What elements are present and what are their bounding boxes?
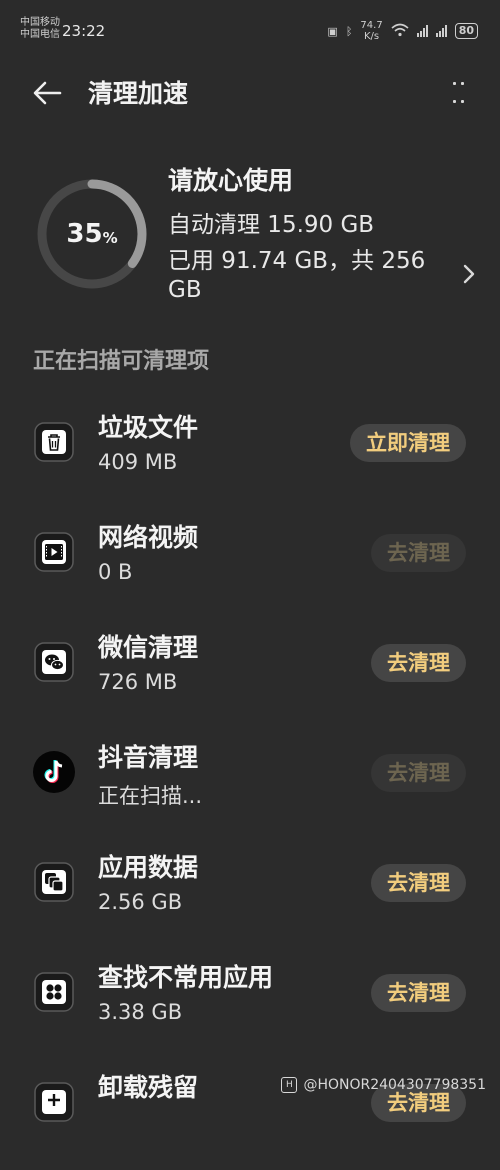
network-speed: 74.7 K/s bbox=[360, 20, 383, 42]
wifi-icon bbox=[391, 23, 409, 40]
item-size: 409 MB bbox=[98, 450, 178, 474]
item-size: 2.56 GB bbox=[98, 890, 183, 914]
go-clean-button[interactable]: 去清理 bbox=[371, 974, 466, 1012]
item-name: 微信清理 bbox=[98, 633, 199, 662]
item-name: 抖音清理 bbox=[98, 743, 199, 772]
item-name: 网络视频 bbox=[98, 523, 199, 552]
list-item[interactable]: 应用数据 2.56 GB 去清理 bbox=[0, 842, 500, 950]
nfc-icon: ▣ bbox=[327, 24, 338, 38]
list-item[interactable]: 垃圾文件 409 MB 立即清理 bbox=[0, 402, 500, 510]
carrier-1: 中国移动 bbox=[20, 17, 60, 28]
carrier-labels: 中国移动 中国电信 bbox=[20, 17, 60, 41]
status-bar: 中国移动 中国电信 23:22 ▣ ᛒ 74.7 K/s 80 bbox=[0, 0, 500, 52]
item-name: 查找不常用应用 bbox=[98, 963, 274, 992]
list-item[interactable]: 微信清理 726 MB 去清理 bbox=[0, 622, 500, 730]
list-item[interactable]: 查找不常用应用 3.38 GB 去清理 bbox=[0, 952, 500, 1060]
clock: 23:22 bbox=[62, 22, 106, 40]
apps-grid-icon bbox=[34, 972, 74, 1012]
item-name: 应用数据 bbox=[98, 853, 199, 882]
item-size: 0 B bbox=[98, 560, 133, 584]
more-options-icon[interactable] bbox=[451, 80, 467, 106]
video-icon bbox=[34, 532, 74, 572]
item-size: 正在扫描... bbox=[98, 784, 203, 808]
summary-title: 请放心使用 bbox=[168, 166, 294, 195]
tiktok-icon bbox=[32, 750, 76, 794]
wechat-icon bbox=[34, 642, 74, 682]
chevron-right-icon[interactable] bbox=[461, 262, 477, 286]
watermark-text: @HONOR2404307798351 bbox=[303, 1077, 486, 1093]
bluetooth-icon: ᛒ bbox=[345, 24, 353, 38]
list-item[interactable]: 网络视频 0 B 去清理 bbox=[0, 512, 500, 620]
honor-logo-icon: H bbox=[281, 1077, 298, 1093]
trash-icon bbox=[34, 422, 74, 462]
list-item[interactable]: 抖音清理 正在扫描... 去清理 bbox=[0, 732, 500, 840]
carrier-2: 中国电信 bbox=[20, 29, 60, 40]
go-clean-button[interactable]: 去清理 bbox=[371, 864, 466, 902]
battery-icon: 80 bbox=[454, 23, 478, 39]
auto-clean-text: 自动清理 15.90 GB bbox=[168, 212, 375, 238]
clean-now-button[interactable]: 立即清理 bbox=[350, 424, 466, 462]
item-size: 3.38 GB bbox=[98, 1000, 183, 1024]
uninstall-icon bbox=[34, 1082, 74, 1122]
watermark: H @HONOR2404307798351 bbox=[281, 1077, 486, 1093]
storage-percent: 35% bbox=[66, 219, 118, 249]
go-clean-button[interactable]: 去清理 bbox=[371, 534, 466, 572]
storage-used-text: 已用 91.74 GB，共 256 bbox=[168, 248, 426, 274]
back-arrow-icon[interactable] bbox=[30, 76, 64, 110]
storage-used-text-wrap: GB bbox=[168, 277, 202, 303]
section-title: 正在扫描可清理项 bbox=[33, 349, 210, 374]
go-clean-button[interactable]: 去清理 bbox=[371, 754, 466, 792]
item-name: 卸载残留 bbox=[98, 1073, 199, 1102]
status-icons: ▣ ᛒ 74.7 K/s 80 bbox=[327, 20, 478, 42]
signal-1-icon bbox=[416, 25, 428, 37]
signal-2-icon bbox=[435, 25, 447, 37]
item-name: 垃圾文件 bbox=[98, 413, 199, 442]
page-title: 清理加速 bbox=[88, 79, 189, 108]
go-clean-button[interactable]: 去清理 bbox=[371, 644, 466, 682]
app-data-icon bbox=[34, 862, 74, 902]
item-size: 726 MB bbox=[98, 670, 178, 694]
